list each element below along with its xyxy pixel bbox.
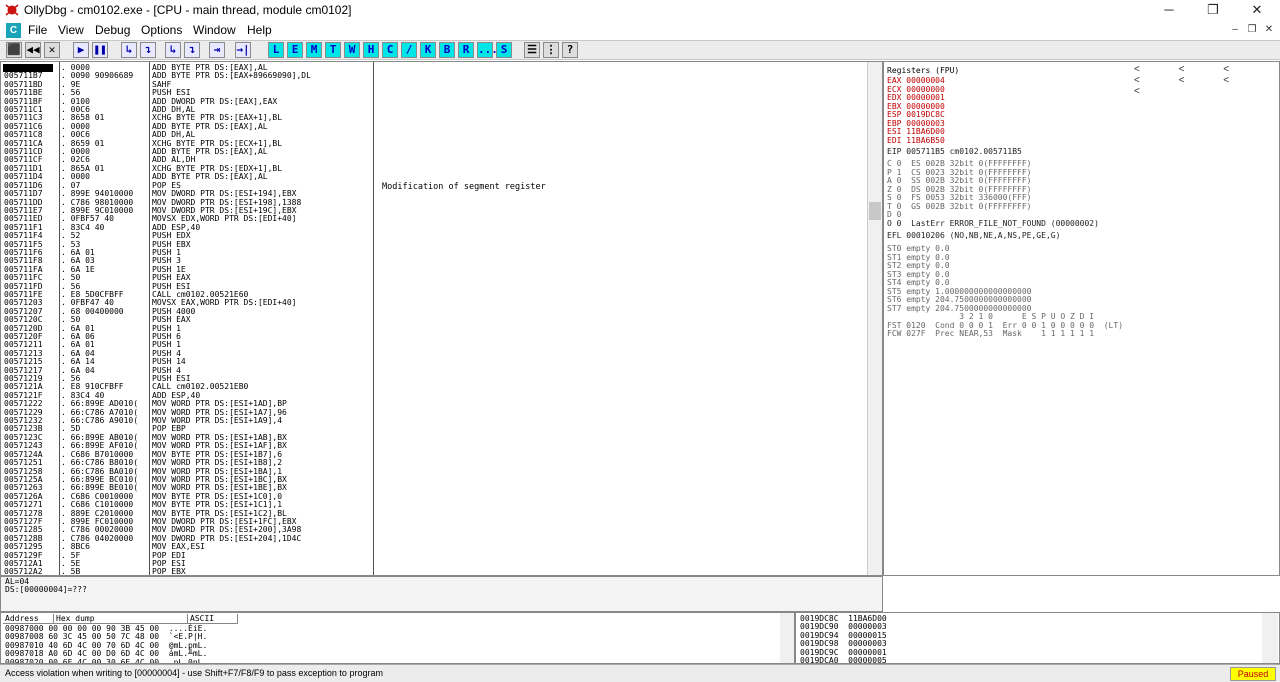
execute-till-return-icon[interactable]: ⇥ bbox=[209, 42, 225, 58]
flag-registers[interactable]: C 0 ES 002B 32bit 0(FFFFFFFF) P 1 CS 002… bbox=[887, 159, 1032, 220]
general-registers[interactable]: EAX 00000004 ECX 00000000 EDX 00000001 E… bbox=[887, 76, 945, 145]
minimize-button[interactable]: ─ bbox=[1147, 0, 1191, 21]
registers-header[interactable]: Registers (FPU) bbox=[887, 66, 959, 75]
info-text: AL=04 DS:[00000004]=??? bbox=[5, 577, 87, 595]
stack-scrollbar[interactable] bbox=[1262, 613, 1278, 663]
step-over-icon[interactable]: ↴ bbox=[140, 42, 156, 58]
appearance-icon[interactable]: ⋮ bbox=[543, 42, 559, 58]
status-bar: Access violation when writing to [000000… bbox=[0, 664, 1280, 682]
last-error: O 0 LastErr ERROR_FILE_NOT_FOUND (000000… bbox=[887, 219, 1099, 228]
fpu-registers[interactable]: ST0 empty 0.0 ST1 empty 0.0 ST2 empty 0.… bbox=[887, 244, 1032, 313]
system-menu-icon[interactable]: C bbox=[6, 23, 21, 38]
dump-rows[interactable]: 00987000 00 00 00 00 90 3B 45 00 ....ÉiE… bbox=[5, 624, 207, 663]
go-to-icon[interactable]: →| bbox=[235, 42, 251, 58]
menu-file[interactable]: File bbox=[28, 23, 47, 37]
disasm-comment: Modification of segment register bbox=[382, 182, 546, 192]
references-window-button[interactable]: R bbox=[458, 42, 474, 58]
title-bar: OllyDbg - cm0102.exe - [CPU - main threa… bbox=[0, 0, 1280, 21]
scrollbar-thumb[interactable] bbox=[869, 202, 881, 220]
memory-window-button[interactable]: M bbox=[306, 42, 322, 58]
run-icon[interactable]: ▶ bbox=[73, 42, 89, 58]
stack-pane[interactable]: 0019DC8C 11BA6D00 0019DC90 00000003 0019… bbox=[795, 612, 1280, 664]
menu-bar: C File View Debug Options Window Help – … bbox=[0, 21, 1280, 40]
patches-window-button[interactable]: / bbox=[401, 42, 417, 58]
column-divider[interactable] bbox=[59, 62, 60, 575]
disassembly-pane[interactable]: 005711B5 005711B7 005711BD 005711BE 0057… bbox=[0, 61, 883, 576]
maximize-button[interactable]: ❐ bbox=[1191, 0, 1235, 21]
eip-register[interactable]: EIP 005711B5 cm0102.005711B5 bbox=[887, 147, 1022, 157]
registers-pane[interactable]: Registers (FPU) < < < < < < < EAX 000000… bbox=[883, 61, 1280, 576]
window-title: OllyDbg - cm0102.exe - [CPU - main threa… bbox=[24, 3, 352, 17]
threads-window-button[interactable]: T bbox=[325, 42, 341, 58]
modules-window-button[interactable]: E bbox=[287, 42, 303, 58]
mdi-restore-button[interactable]: ❐ bbox=[1245, 23, 1259, 37]
status-message: Access violation when writing to [000000… bbox=[5, 668, 383, 678]
column-divider[interactable] bbox=[149, 62, 150, 575]
menu-view[interactable]: View bbox=[58, 23, 84, 37]
debugger-state-badge: Paused bbox=[1230, 667, 1276, 681]
log-window-button[interactable]: L bbox=[268, 42, 284, 58]
disasm-instruction-column[interactable]: ADD BYTE PTR DS:[EAX],AL ADD BYTE PTR DS… bbox=[152, 63, 372, 575]
ollydbg-bug-icon bbox=[5, 4, 19, 16]
dump-scrollbar[interactable] bbox=[780, 613, 794, 663]
handles-window-button[interactable]: H bbox=[363, 42, 379, 58]
mdi-close-button[interactable]: ✕ bbox=[1262, 23, 1276, 37]
restart-icon[interactable]: ◀◀ bbox=[25, 42, 41, 58]
trace-over-icon[interactable]: ↴ bbox=[184, 42, 200, 58]
step-into-icon[interactable]: ↳ bbox=[121, 42, 137, 58]
column-divider[interactable] bbox=[373, 62, 374, 575]
dump-header-address[interactable]: Address bbox=[3, 614, 54, 624]
disasm-address-column[interactable]: 005711B5 005711B7 005711BD 005711BE 0057… bbox=[4, 63, 60, 575]
help-icon[interactable]: ? bbox=[562, 42, 578, 58]
trace-into-icon[interactable]: ↳ bbox=[165, 42, 181, 58]
efl-register[interactable]: EFL 00010206 (NO,NB,NE,A,NS,PE,GE,G) bbox=[887, 231, 1060, 241]
fpu-status: 3 2 1 0 E S P U O Z D I FST 0120 Cond 0 … bbox=[887, 312, 1124, 338]
hex-dump-pane[interactable]: Address Hex dump ASCII 00987000 00 00 00… bbox=[0, 612, 795, 664]
open-icon[interactable]: ⬛ bbox=[6, 42, 22, 58]
menu-options[interactable]: Options bbox=[141, 23, 182, 37]
list-icon[interactable]: ☰ bbox=[524, 42, 540, 58]
close-button[interactable]: ✕ bbox=[1235, 0, 1279, 21]
register-nav-arrows[interactable]: < < < < < < < bbox=[1134, 64, 1279, 97]
disasm-scrollbar[interactable] bbox=[867, 62, 882, 575]
call-stack-window-button[interactable]: K bbox=[420, 42, 436, 58]
cpu-window-button[interactable]: C bbox=[382, 42, 398, 58]
close-program-icon[interactable]: ✕ bbox=[44, 42, 60, 58]
pause-icon[interactable]: ❚❚ bbox=[92, 42, 108, 58]
toolbar: ⬛ ◀◀ ✕ ▶ ❚❚ ↳ ↴ ↳ ↴ ⇥ →| L E M T W H C /… bbox=[0, 40, 1280, 60]
dump-header-ascii[interactable]: ASCII bbox=[188, 614, 238, 624]
menu-help[interactable]: Help bbox=[247, 23, 272, 37]
menu-window[interactable]: Window bbox=[193, 23, 236, 37]
run-trace-window-button[interactable]: ... bbox=[477, 42, 498, 58]
windows-window-button[interactable]: W bbox=[344, 42, 360, 58]
source-window-button[interactable]: S bbox=[496, 42, 512, 58]
info-pane: AL=04 DS:[00000004]=??? bbox=[0, 576, 883, 612]
stack-rows[interactable]: 0019DC8C 11BA6D00 0019DC90 00000003 0019… bbox=[800, 614, 887, 663]
breakpoints-window-button[interactable]: B bbox=[439, 42, 455, 58]
disasm-hex-column[interactable]: . 0000 . 0090 90906689 . 9E . 56 . 0100 … bbox=[61, 63, 149, 575]
menu-debug[interactable]: Debug bbox=[95, 23, 130, 37]
mdi-minimize-button[interactable]: – bbox=[1228, 23, 1242, 37]
dump-header-hex[interactable]: Hex dump bbox=[54, 614, 188, 624]
